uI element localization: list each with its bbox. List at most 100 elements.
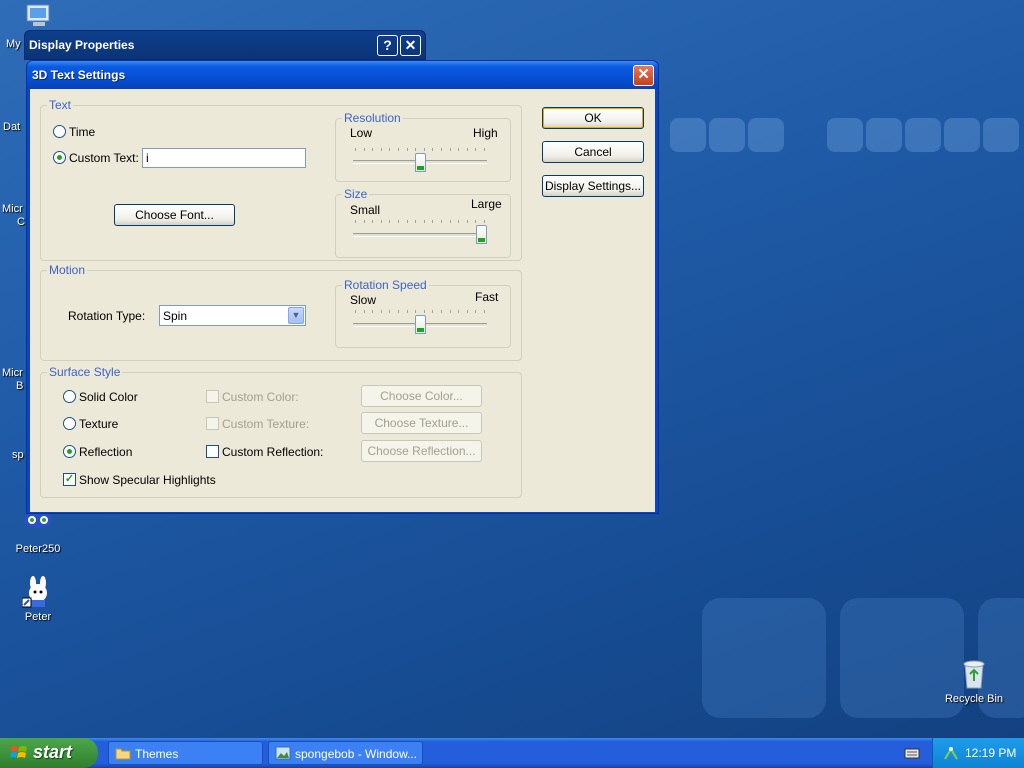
- network-icon[interactable]: [943, 745, 959, 764]
- ok-button[interactable]: OK: [542, 107, 644, 129]
- group-label: Rotation Speed: [342, 278, 429, 292]
- dialog-titlebar[interactable]: 3D Text Settings ✕: [27, 61, 658, 89]
- taskbar-item-label: Themes: [135, 747, 179, 761]
- dialog-title: 3D Text Settings: [32, 68, 126, 82]
- rotation-speed-ticks: [355, 310, 485, 314]
- slider-tick: [389, 310, 390, 313]
- choose-texture-button[interactable]: Choose Texture...: [361, 412, 482, 434]
- slider-tick: [475, 148, 476, 151]
- slider-tick: [407, 220, 408, 223]
- keyboard-icon[interactable]: [904, 746, 920, 763]
- slider-tick: [355, 148, 356, 151]
- choose-color-button[interactable]: Choose Color...: [361, 385, 482, 407]
- slider-tick: [398, 220, 399, 223]
- custom-color-checkbox[interactable]: [206, 390, 219, 403]
- desktop-label-micr-1[interactable]: Micr: [2, 203, 23, 215]
- size-group: Size Small Large: [335, 187, 511, 258]
- slider-tick: [467, 220, 468, 223]
- slider-tick: [432, 220, 433, 223]
- slider-tick: [364, 220, 365, 223]
- rotation-speed-group: Rotation Speed Slow Fast: [335, 278, 511, 348]
- group-label: Text: [47, 98, 74, 112]
- rotation-type-select[interactable]: Spin ▼: [159, 305, 306, 326]
- resolution-ticks: [355, 148, 485, 152]
- size-slider-track[interactable]: [353, 233, 487, 237]
- slider-tick: [432, 148, 433, 151]
- texture-radio[interactable]: [63, 417, 76, 430]
- solid-color-label: Solid Color: [79, 390, 138, 404]
- window-title: Display Properties: [29, 38, 135, 52]
- reflection-radio[interactable]: [63, 445, 76, 458]
- slow-label: Slow: [350, 293, 377, 307]
- cancel-button[interactable]: Cancel: [542, 141, 644, 163]
- custom-texture-checkbox[interactable]: [206, 417, 219, 430]
- slider-tick: [398, 148, 399, 151]
- dialog-client-area: Text Time Custom Text: i Choose Font... …: [30, 89, 655, 512]
- system-tray: 12:19 PM: [932, 738, 1024, 768]
- dialog-close-button[interactable]: ✕: [633, 65, 654, 86]
- text-group: Text Time Custom Text: i Choose Font... …: [40, 98, 522, 261]
- desktop-label-c[interactable]: C: [17, 216, 25, 228]
- time-radio[interactable]: [53, 125, 66, 138]
- custom-texture-label: Custom Texture:: [222, 417, 310, 431]
- bunny-icon: [21, 576, 54, 608]
- clock[interactable]: 12:19 PM: [965, 746, 1016, 760]
- slider-tick: [484, 148, 485, 151]
- desktop-label-micr-2[interactable]: Micr: [2, 367, 23, 379]
- recycle-bin-icon: [958, 658, 990, 690]
- slider-tick: [415, 220, 416, 223]
- slider-tick: [475, 310, 476, 313]
- desktop-icon-peter250[interactable]: Peter250: [0, 508, 76, 555]
- fast-label: Fast: [475, 290, 499, 304]
- reflection-label: Reflection: [79, 445, 133, 459]
- desktop-icon-peter[interactable]: Peter: [0, 576, 76, 623]
- slider-tick: [450, 220, 451, 223]
- show-specular-checkbox[interactable]: ✓: [63, 473, 76, 486]
- custom-text-radio[interactable]: [53, 151, 66, 164]
- desktop-label-dat[interactable]: Dat: [3, 121, 20, 133]
- slider-tick: [475, 220, 476, 223]
- size-slider-thumb[interactable]: [476, 225, 487, 244]
- taskbar: start Themes spongebob - Window... 12:19…: [0, 738, 1024, 768]
- start-button[interactable]: start: [0, 738, 98, 768]
- choose-font-button[interactable]: Choose Font...: [114, 204, 235, 226]
- 3d-text-settings-dialog[interactable]: 3D Text Settings ✕ Text Time Custom Text…: [26, 60, 659, 514]
- custom-reflection-checkbox[interactable]: [206, 445, 219, 458]
- slider-tick: [467, 148, 468, 151]
- low-label: Low: [350, 126, 373, 140]
- resolution-slider-thumb[interactable]: [415, 153, 426, 172]
- rotation-speed-slider-thumb[interactable]: [415, 315, 426, 334]
- desktop-label-my[interactable]: My: [6, 38, 21, 50]
- slider-tick: [424, 310, 425, 313]
- close-button[interactable]: ✕: [400, 35, 421, 56]
- small-label: Small: [350, 203, 381, 217]
- motion-group: Motion Rotation Type: Spin ▼ Rotation Sp…: [40, 263, 522, 361]
- group-label: Size: [342, 187, 370, 201]
- time-label: Time: [69, 125, 96, 139]
- choose-reflection-button[interactable]: Choose Reflection...: [361, 440, 482, 462]
- slider-tick: [424, 148, 425, 151]
- custom-color-label: Custom Color:: [222, 390, 299, 404]
- chevron-down-icon[interactable]: ▼: [288, 307, 304, 324]
- solid-color-radio[interactable]: [63, 390, 76, 403]
- group-label: Resolution: [342, 111, 403, 125]
- taskbar-item-themes[interactable]: Themes: [108, 741, 263, 765]
- desktop-icon-recycle-bin[interactable]: Recycle Bin: [936, 658, 1012, 705]
- custom-text-input[interactable]: i: [142, 148, 306, 168]
- display-properties-window[interactable]: Display Properties ? ✕: [24, 30, 426, 60]
- desktop-label-b[interactable]: B: [16, 380, 23, 392]
- slider-tick: [458, 310, 459, 313]
- custom-text-label: Custom Text:: [69, 151, 139, 165]
- taskbar-item-spongebob[interactable]: spongebob - Window...: [268, 741, 423, 765]
- windows-logo-icon: [10, 746, 27, 758]
- help-button[interactable]: ?: [377, 35, 398, 56]
- show-specular-label: Show Specular Highlights: [79, 473, 216, 487]
- group-label: Surface Style: [47, 365, 123, 379]
- slider-tick: [364, 148, 365, 151]
- desktop-label-sp[interactable]: sp: [12, 449, 24, 461]
- display-settings-button[interactable]: Display Settings...: [542, 175, 644, 197]
- slider-tick: [432, 310, 433, 313]
- my-computer-icon[interactable]: [24, 3, 54, 29]
- slider-tick: [355, 310, 356, 313]
- slider-tick: [407, 310, 408, 313]
